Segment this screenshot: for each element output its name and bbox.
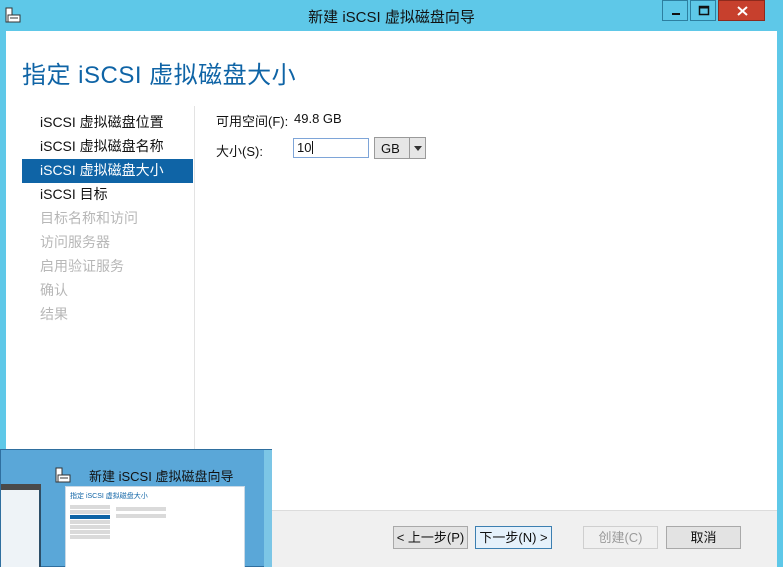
- preview-background-window: [1, 484, 41, 567]
- maximize-button[interactable]: [690, 0, 716, 21]
- wizard-window: 新建 iSCSI 虚拟磁盘向导 指定 iSCSI 虚拟磁盘大小 iSCSI 虚拟…: [0, 0, 783, 567]
- preview-window-snapshot: 指定 iSCSI 虚拟磁盘大小: [65, 486, 245, 567]
- title-bar[interactable]: 新建 iSCSI 虚拟磁盘向导: [0, 0, 783, 30]
- nav-item-access-servers: 访问服务器: [40, 234, 110, 250]
- dropdown-arrow-icon[interactable]: [409, 138, 425, 158]
- size-unit-selected: GB: [381, 141, 400, 156]
- nav-item-disk-location[interactable]: iSCSI 虚拟磁盘位置: [22, 111, 193, 135]
- close-icon: [737, 6, 748, 16]
- text-caret: [312, 141, 314, 154]
- preview-field: [116, 514, 166, 518]
- page-title: 指定 iSCSI 虚拟磁盘大小: [22, 62, 297, 89]
- preview-field: [116, 507, 166, 511]
- nav-item-confirm: 确认: [40, 282, 68, 298]
- size-input[interactable]: 10: [293, 138, 369, 158]
- available-space-value: 49.8 GB: [294, 111, 342, 126]
- next-button[interactable]: 下一步(N) >: [475, 526, 552, 549]
- size-label: 大小(S):: [216, 144, 263, 159]
- minimize-icon: [672, 13, 680, 15]
- wizard-step-list: iSCSI 虚拟磁盘位置 iSCSI 虚拟磁盘名称 iSCSI 虚拟磁盘大小 i…: [22, 111, 193, 327]
- nav-item-disk-size[interactable]: iSCSI 虚拟磁盘大小: [22, 159, 193, 183]
- size-input-value: 10: [297, 140, 312, 155]
- available-space-label: 可用空间(F):: [216, 114, 289, 129]
- minimize-button[interactable]: [662, 0, 688, 21]
- maximize-icon: [698, 5, 710, 16]
- size-unit-dropdown[interactable]: GB: [374, 137, 426, 159]
- nav-item-target-name-access: 目标名称和访问: [40, 210, 138, 226]
- nav-item-disk-name[interactable]: iSCSI 虚拟磁盘名称: [22, 135, 193, 159]
- close-button[interactable]: [718, 0, 765, 21]
- cancel-button[interactable]: 取消: [666, 526, 741, 549]
- nav-item-enable-auth: 启用验证服务: [40, 258, 124, 274]
- preview-edge: [264, 450, 272, 567]
- preview-page-title: 指定 iSCSI 虚拟磁盘大小: [70, 493, 148, 500]
- preview-nav: [70, 505, 110, 540]
- nav-item-iscsi-target[interactable]: iSCSI 目标: [22, 183, 193, 207]
- preview-title: 新建 iSCSI 虚拟磁盘向导: [89, 469, 234, 484]
- taskbar-preview-thumbnail[interactable]: 新建 iSCSI 虚拟磁盘向导 指定 iSCSI 虚拟磁盘大小: [0, 449, 272, 567]
- preview-background-titlebar: [1, 484, 41, 490]
- previous-button[interactable]: < 上一步(P): [393, 526, 468, 549]
- nav-item-results: 结果: [40, 306, 68, 322]
- create-button: 创建(C): [583, 526, 658, 549]
- server-manager-icon: [55, 467, 71, 483]
